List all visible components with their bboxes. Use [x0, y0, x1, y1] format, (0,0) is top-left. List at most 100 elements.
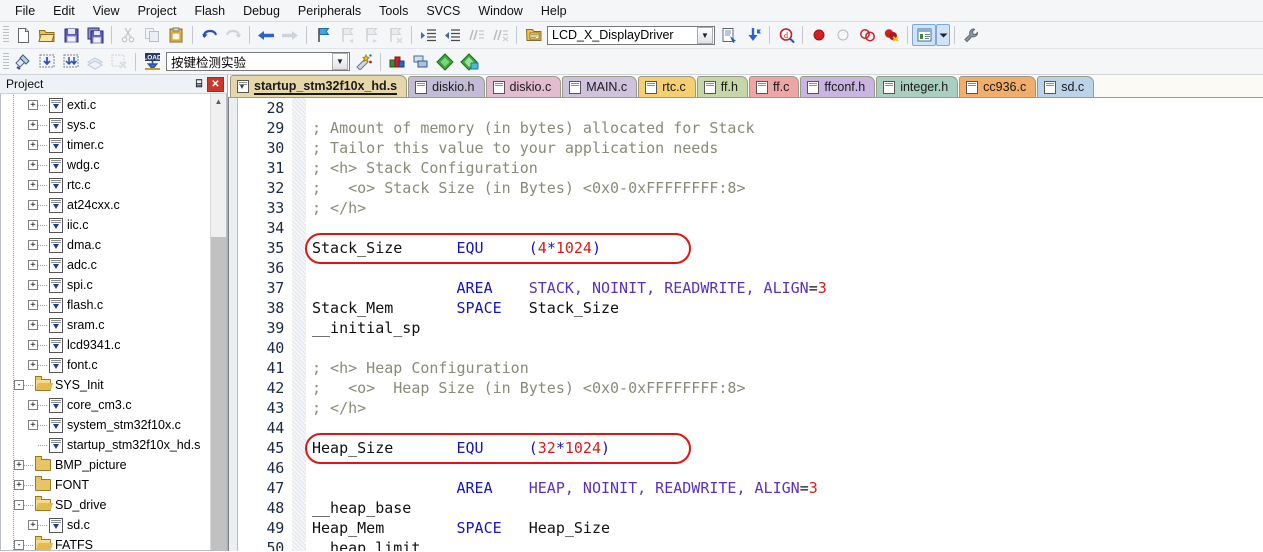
save-button[interactable]	[59, 24, 83, 46]
tree-item[interactable]: startup_stm32f10x_hd.s	[1, 435, 211, 455]
tree-expander[interactable]: +	[28, 280, 38, 290]
manage-project-items-button[interactable]	[385, 51, 409, 73]
menu-item-view[interactable]: View	[84, 1, 129, 21]
code-line[interactable]: 37 AREA STACK, NOINIT, READWRITE, ALIGN=…	[238, 278, 1263, 298]
navigate-back-button[interactable]	[254, 24, 278, 46]
code-line[interactable]: 36	[238, 258, 1263, 278]
project-tree[interactable]: + exti.c + sys.c + timer.c + wdg.c + rtc.c + at24cx…	[1, 94, 211, 550]
code-line[interactable]: 50 __heap_limit	[238, 538, 1263, 551]
menu-item-window[interactable]: Window	[469, 1, 531, 21]
editor-tab-cc936-c[interactable]: cc936.c	[959, 76, 1037, 97]
paste-button[interactable]	[164, 24, 188, 46]
find-in-files-button[interactable]: d	[774, 24, 798, 46]
toggle-window-button[interactable]	[912, 24, 936, 46]
code-view[interactable]: 28 29 ; Amount of memory (in bytes) alloca…	[238, 98, 1263, 551]
tree-item[interactable]: + core_cm3.c	[1, 395, 211, 415]
batch-build-button[interactable]	[83, 51, 107, 73]
code-line[interactable]: 30 ; Tailor this value to your applicatio…	[238, 138, 1263, 158]
tree-item[interactable]: + font.c	[1, 355, 211, 375]
tree-expander[interactable]: +	[14, 480, 24, 490]
code-line[interactable]: 34	[238, 218, 1263, 238]
pin-icon[interactable]: ⌸	[191, 76, 207, 92]
close-icon[interactable]: ✕	[207, 76, 224, 92]
tree-expander[interactable]: +	[28, 340, 38, 350]
comment-button[interactable]	[464, 24, 488, 46]
manage-runtime-button[interactable]	[457, 51, 481, 73]
tree-expander[interactable]: +	[28, 320, 38, 330]
menu-item-project[interactable]: Project	[129, 1, 186, 21]
editor-tab-diskio-c[interactable]: diskio.c	[485, 76, 562, 97]
toolbar-grip[interactable]	[3, 26, 9, 44]
window-dropdown-button[interactable]	[936, 24, 950, 46]
outdent-button[interactable]	[440, 24, 464, 46]
target-select[interactable]: 按键检测实验 ▼	[166, 52, 350, 71]
indent-button[interactable]	[416, 24, 440, 46]
code-line[interactable]: 45 Heap_Size EQU (32*1024)	[238, 438, 1263, 458]
menu-item-edit[interactable]: Edit	[44, 1, 84, 21]
editor-tab-rtc-c[interactable]: rtc.c	[638, 76, 696, 97]
tree-item[interactable]: + spi.c	[1, 275, 211, 295]
tree-expander[interactable]: +	[28, 420, 38, 430]
code-line[interactable]: 49 Heap_Mem SPACE Heap_Size	[238, 518, 1263, 538]
translate-button[interactable]	[11, 51, 35, 73]
save-all-button[interactable]	[83, 24, 107, 46]
tree-expander[interactable]: +	[28, 200, 38, 210]
bookmark-prev-button[interactable]	[335, 24, 359, 46]
code-line[interactable]: 38 Stack_Mem SPACE Stack_Size	[238, 298, 1263, 318]
tree-item[interactable]: + BMP_picture	[1, 455, 211, 475]
rebuild-button[interactable]	[59, 51, 83, 73]
tree-item[interactable]: + wdg.c	[1, 155, 211, 175]
menu-item-svcs[interactable]: SVCS	[417, 1, 469, 21]
tree-item[interactable]: + exti.c	[1, 95, 211, 115]
tree-expander[interactable]: +	[28, 160, 38, 170]
tree-expander[interactable]: +	[28, 300, 38, 310]
new-file-button[interactable]	[11, 24, 35, 46]
tree-expander[interactable]: +	[14, 460, 24, 470]
code-line[interactable]: 33 ; </h>	[238, 198, 1263, 218]
tree-expander[interactable]: +	[28, 140, 38, 150]
tree-expander[interactable]: -	[14, 380, 24, 390]
editor-tab-ff-h[interactable]: ff.h	[696, 76, 748, 97]
disable-all-breakpoints-button[interactable]	[855, 24, 879, 46]
tree-item[interactable]: - SD_drive	[1, 495, 211, 515]
code-line[interactable]: 41 ; <h> Heap Configuration	[238, 358, 1263, 378]
tree-expander[interactable]: +	[28, 220, 38, 230]
redo-button[interactable]	[221, 24, 245, 46]
tree-item[interactable]: + sram.c	[1, 315, 211, 335]
goto-definition-button[interactable]	[717, 24, 741, 46]
editor-tab-MAIN-c[interactable]: MAIN.c	[562, 76, 638, 97]
menu-item-file[interactable]: File	[6, 1, 44, 21]
menu-item-tools[interactable]: Tools	[370, 1, 417, 21]
tree-expander[interactable]: +	[28, 120, 38, 130]
tree-item[interactable]: + timer.c	[1, 135, 211, 155]
open-source-browser-button[interactable]	[521, 24, 545, 46]
enable-breakpoint-button[interactable]	[831, 24, 855, 46]
tree-item[interactable]: + FONT	[1, 475, 211, 495]
build-button[interactable]	[35, 51, 59, 73]
target-options-button[interactable]	[352, 51, 376, 73]
menu-item-debug[interactable]: Debug	[234, 1, 289, 21]
pack-installer-button[interactable]	[433, 51, 457, 73]
tree-item[interactable]: - FATFS	[1, 535, 211, 550]
menu-item-flash[interactable]: Flash	[185, 1, 234, 21]
download-button[interactable]: LOAD	[140, 51, 164, 73]
code-line[interactable]: 42 ; <o> Heap Size (in Bytes) <0x0-0xFFFF…	[238, 378, 1263, 398]
tree-item[interactable]: + sys.c	[1, 115, 211, 135]
insert-breakpoint-button[interactable]	[807, 24, 831, 46]
goto-next-button[interactable]	[741, 24, 765, 46]
tree-expander[interactable]: +	[28, 520, 38, 530]
code-line[interactable]: 46	[238, 458, 1263, 478]
undo-button[interactable]	[197, 24, 221, 46]
open-file-button[interactable]	[35, 24, 59, 46]
project-vertical-scrollbar[interactable]: ▲	[210, 94, 226, 550]
tree-expander[interactable]: +	[28, 240, 38, 250]
code-line[interactable]: 32 ; <o> Stack Size (in Bytes) <0x0-0xFFF…	[238, 178, 1263, 198]
bookmark-clear-button[interactable]	[383, 24, 407, 46]
tree-item[interactable]: + dma.c	[1, 235, 211, 255]
code-line[interactable]: 29 ; Amount of memory (in bytes) allocate…	[238, 118, 1263, 138]
scrollbar-thumb[interactable]	[211, 237, 226, 550]
tree-item[interactable]: + iic.c	[1, 215, 211, 235]
menu-item-help[interactable]: Help	[532, 1, 576, 21]
tree-item[interactable]: + at24cxx.c	[1, 195, 211, 215]
stop-build-button[interactable]	[107, 51, 131, 73]
